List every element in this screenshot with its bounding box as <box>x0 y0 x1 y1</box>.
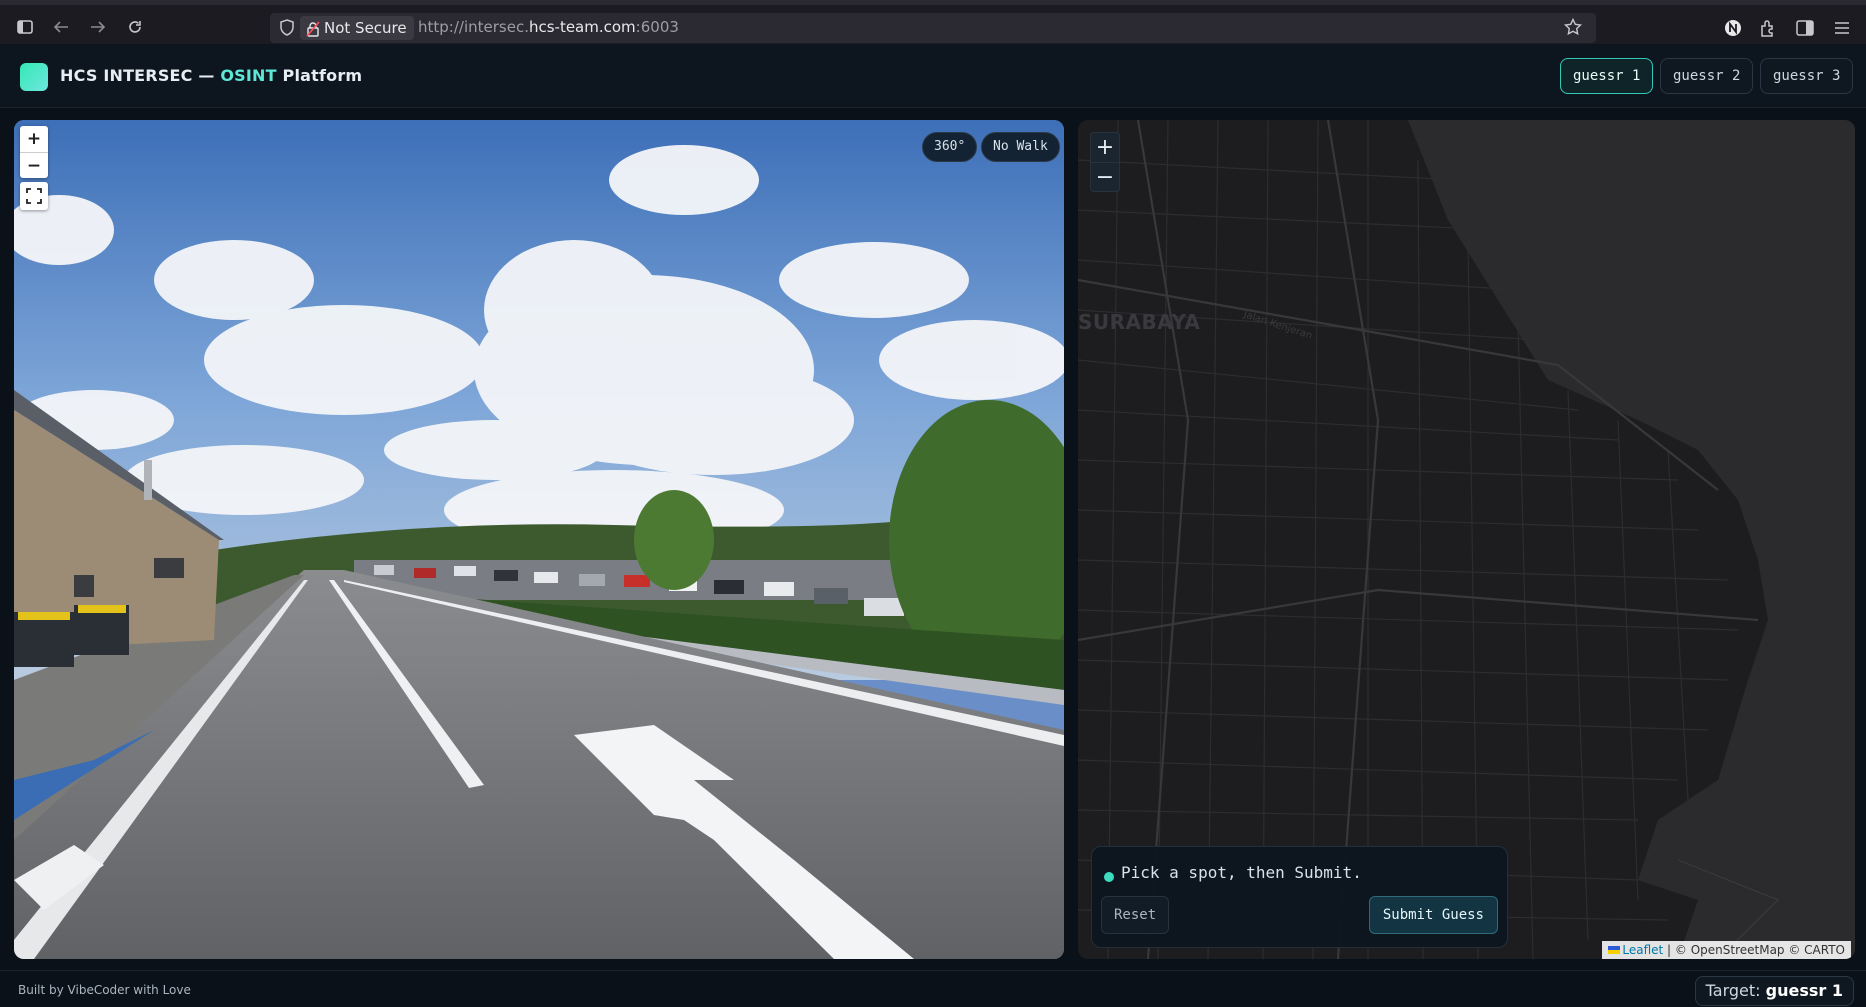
insecure-lock-icon <box>306 20 320 44</box>
map-zoom-control: + − <box>1090 132 1120 192</box>
app-logo <box>20 63 48 91</box>
target-indicator: Target: guessr 1 <box>1694 976 1854 1006</box>
url-port: :6003 <box>635 18 679 36</box>
attribution-text: | © OpenStreetMap © CARTO <box>1663 943 1845 957</box>
reset-button[interactable]: Reset <box>1101 896 1170 934</box>
back-icon[interactable] <box>46 12 76 42</box>
app-title-suffix: Platform <box>276 66 363 85</box>
fullscreen-icon[interactable] <box>20 182 48 210</box>
map-zoom-in-button[interactable]: + <box>1091 133 1119 162</box>
badge-360[interactable]: 360° <box>922 132 978 162</box>
guess-panel: Pick a spot, then Submit. Reset Submit G… <box>1091 846 1508 948</box>
tab-guessr-3[interactable]: guessr 3 <box>1760 58 1854 94</box>
leaflet-link[interactable]: Leaflet <box>1622 943 1663 957</box>
app-header: HCS INTERSEC — OSINT Platform guessr 1 g… <box>0 44 1866 108</box>
footer-credit: Built by VibeCoder with Love <box>18 983 191 997</box>
tracking-shield-icon[interactable] <box>280 19 294 40</box>
street-view-zoom-in-button[interactable]: + <box>20 126 48 152</box>
guess-instruction: Pick a spot, then Submit. <box>1121 863 1362 882</box>
tab-guessr-1[interactable]: guessr 1 <box>1560 58 1654 94</box>
sidebar-toggle-icon[interactable] <box>10 12 40 42</box>
sidebar-panel-icon[interactable] <box>1792 15 1818 41</box>
extensions-icon[interactable] <box>1755 15 1781 41</box>
app-footer: Built by VibeCoder with Love Target: gue… <box>0 970 1866 1007</box>
bookmark-star-icon[interactable] <box>1563 17 1583 40</box>
street-view-zoom-out-button[interactable]: − <box>20 152 48 178</box>
browser-toolbar: Not Secure http://intersec.hcs-team.com:… <box>0 0 1866 44</box>
url-text[interactable]: http://intersec.hcs-team.com:6003 <box>418 18 679 36</box>
ukraine-flag-icon <box>1608 946 1621 954</box>
target-label: Target: <box>1705 981 1766 1000</box>
map-zoom-out-button[interactable]: − <box>1091 162 1119 191</box>
map-tiles[interactable] <box>1078 120 1855 959</box>
url-host: hcs-team.com <box>528 18 636 36</box>
url-bar[interactable]: Not Secure http://intersec.hcs-team.com:… <box>270 13 1596 43</box>
app-title: HCS INTERSEC — OSINT Platform <box>60 66 362 85</box>
not-secure-label: Not Secure <box>324 19 407 37</box>
guess-map-panel[interactable]: + − SURABAYA Jalan Kenjeran Pick a spot,… <box>1078 120 1855 959</box>
status-dot <box>1104 872 1114 882</box>
account-icon[interactable] <box>1720 15 1746 41</box>
target-value: guessr 1 <box>1765 981 1843 1000</box>
street-view-image[interactable] <box>14 120 1064 959</box>
not-secure-badge[interactable]: Not Secure <box>300 16 414 40</box>
map-attribution: Leaflet | © OpenStreetMap © CARTO <box>1602 941 1851 959</box>
street-view-panel[interactable]: + − 360° No Walk <box>14 120 1064 959</box>
badge-no-walk[interactable]: No Walk <box>981 132 1060 162</box>
tab-guessr-2[interactable]: guessr 2 <box>1660 58 1754 94</box>
app-title-prefix: HCS INTERSEC — <box>60 66 221 85</box>
street-view-zoom-control: + − <box>20 126 48 178</box>
forward-icon[interactable] <box>83 12 113 42</box>
url-prefix: http://intersec. <box>418 18 529 36</box>
submit-guess-button[interactable]: Submit Guess <box>1368 896 1498 934</box>
app-title-accent: OSINT <box>220 66 277 85</box>
map-city-label: SURABAYA <box>1078 310 1201 334</box>
menu-icon[interactable] <box>1829 15 1855 41</box>
reload-icon[interactable] <box>120 12 150 42</box>
